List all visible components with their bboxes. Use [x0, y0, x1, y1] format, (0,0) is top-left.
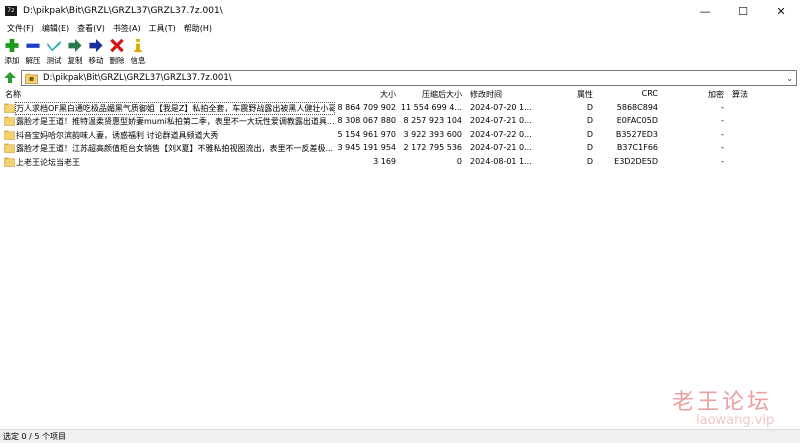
- menu-help[interactable]: 帮助(H): [180, 22, 216, 35]
- folder-icon: [4, 157, 15, 167]
- list-header: 名称 大小 压缩后大小 修改时间 属性 CRC 加密 算法: [0, 88, 800, 101]
- watermark-logo-text: 老王论坛: [672, 390, 773, 415]
- column-packed-size[interactable]: 压缩后大小: [398, 89, 462, 100]
- column-crc[interactable]: CRC: [620, 89, 658, 98]
- row-encrypted: -: [721, 103, 724, 112]
- row-name: 上老王论坛当老王: [16, 157, 80, 167]
- row-name: 露脸才是王道！推特温柔贤惠型娇妻mumi私拍第二季，表里不一大玩性爱调教露出道具…: [16, 117, 334, 127]
- close-button[interactable]: ✕: [762, 0, 800, 22]
- table-row[interactable]: 露脸才是王道！江苏超高颜值柜台女销售【刘X夏】不雅私拍视图流出，表里不一反差极.…: [0, 142, 800, 155]
- row-attributes: D: [586, 103, 593, 112]
- row-size: 3 169: [373, 156, 396, 166]
- column-size[interactable]: 大小: [330, 89, 396, 100]
- move-arrow-icon: [89, 38, 103, 53]
- row-encrypted: -: [721, 156, 724, 166]
- address-text: D:\pikpak\Bit\GRZL\GRZL37\GRZL37.7z.001\: [43, 73, 232, 83]
- window-title: D:\pikpak\Bit\GRZL\GRZL37\GRZL37.7z.001\: [23, 6, 223, 16]
- app-icon: 7z: [5, 6, 17, 16]
- row-packed-size: 8 257 923 104: [403, 116, 462, 126]
- watermark-url: laowang.vip: [696, 413, 775, 428]
- minus-icon: [26, 43, 40, 48]
- status-text: 选定 0 / 5 个项目: [3, 432, 67, 441]
- title-bar: 7z D:\pikpak\Bit\GRZL\GRZL37\GRZL37.7z.0…: [0, 0, 800, 22]
- row-crc: B3527ED3: [615, 129, 658, 139]
- row-size: 8 308 067 880: [337, 116, 396, 126]
- row-size: 8 864 709 902: [337, 103, 396, 112]
- column-attributes[interactable]: 属性: [560, 89, 593, 100]
- folder-icon: [4, 130, 15, 140]
- delete-x-icon: [110, 38, 124, 53]
- menu-bookmarks[interactable]: 书签(A): [109, 22, 145, 35]
- row-crc: E0FAC05D: [616, 116, 658, 126]
- row-encrypted: -: [721, 116, 724, 126]
- row-crc: E3D2DE5D: [614, 156, 658, 166]
- row-modified: 2024-08-01 1...: [470, 156, 532, 166]
- row-modified: 2024-07-21 0...: [470, 143, 532, 153]
- test-button[interactable]: 测试: [44, 36, 64, 66]
- plus-icon: [5, 38, 19, 53]
- extract-button[interactable]: 解压: [23, 36, 43, 66]
- archive-icon: [25, 73, 38, 84]
- column-method[interactable]: 算法: [732, 89, 748, 100]
- row-crc: B37C1F66: [616, 143, 658, 153]
- file-list: 名称 大小 压缩后大小 修改时间 属性 CRC 加密 算法 万人求档OF黑白通吃…: [0, 88, 800, 428]
- move-button[interactable]: 移动: [86, 36, 106, 66]
- maximize-button[interactable]: ☐: [724, 0, 762, 22]
- row-crc: 5868C894: [616, 103, 658, 112]
- status-bar: 选定 0 / 5 个项目: [0, 429, 800, 443]
- column-name[interactable]: 名称: [5, 89, 21, 100]
- toolbar: 添加 解压 测试 复制 移动 删除 信息: [0, 36, 800, 68]
- delete-button[interactable]: 删除: [107, 36, 127, 66]
- folder-icon: [4, 103, 15, 113]
- row-packed-size: 11 554 699 4...: [400, 103, 462, 112]
- up-folder-icon[interactable]: [3, 71, 17, 84]
- address-field[interactable]: D:\pikpak\Bit\GRZL\GRZL37\GRZL37.7z.001\…: [21, 70, 797, 86]
- row-modified: 2024-07-22 0...: [470, 129, 532, 139]
- checkmark-icon: [47, 40, 61, 52]
- row-name: 万人求档OF黑白通吃极品媚黑气质御姐【我是Z】私拍全套，车震野战露出被黑人健壮小…: [15, 102, 335, 115]
- menu-bar: 文件(F) 编辑(E) 查看(V) 书签(A) 工具(T) 帮助(H): [0, 22, 800, 35]
- info-button[interactable]: 信息: [128, 36, 148, 66]
- row-packed-size: 0: [456, 156, 462, 166]
- menu-file[interactable]: 文件(F): [3, 22, 38, 35]
- row-attributes: D: [586, 156, 593, 166]
- column-encrypted[interactable]: 加密: [690, 89, 724, 100]
- row-size: 5 154 961 970: [337, 129, 396, 139]
- table-row[interactable]: 上老王论坛当老王 3 169 0 2024-08-01 1... D E3D2DE5D -: [0, 156, 800, 169]
- minimize-button[interactable]: —: [686, 0, 724, 22]
- row-attributes: D: [586, 143, 593, 153]
- row-encrypted: -: [721, 129, 724, 139]
- menu-edit[interactable]: 编辑(E): [38, 22, 73, 35]
- row-name: 露脸才是王道！江苏超高颜值柜台女销售【刘X夏】不雅私拍视图流出，表里不一反差极.…: [16, 144, 334, 154]
- row-modified: 2024-07-20 1...: [470, 103, 532, 112]
- folder-icon: [4, 116, 15, 127]
- row-attributes: D: [586, 116, 593, 126]
- info-icon: [134, 38, 142, 53]
- row-encrypted: -: [721, 143, 724, 153]
- row-modified: 2024-07-21 0...: [470, 116, 532, 126]
- table-row[interactable]: 抖音宝妈哈尔滨韵味人妻，诱惑福利 讨论群道具频道大秀 5 154 961 970 3…: [0, 129, 800, 142]
- column-modified[interactable]: 修改时间: [470, 89, 502, 100]
- chevron-down-icon[interactable]: ⌄: [786, 74, 793, 83]
- row-size: 3 945 191 954: [337, 143, 396, 153]
- row-attributes: D: [586, 129, 593, 139]
- row-packed-size: 3 922 393 600: [403, 129, 462, 139]
- row-packed-size: 2 172 795 536: [403, 143, 462, 153]
- table-row[interactable]: 露脸才是王道！推特温柔贤惠型娇妻mumi私拍第二季，表里不一大玩性爱调教露出道具…: [0, 115, 800, 128]
- folder-icon: [4, 143, 15, 153]
- menu-view[interactable]: 查看(V): [73, 22, 109, 35]
- copy-arrow-icon: [68, 38, 82, 53]
- table-row[interactable]: 万人求档OF黑白通吃极品媚黑气质御姐【我是Z】私拍全套，车震野战露出被黑人健壮小…: [0, 102, 800, 115]
- copy-button[interactable]: 复制: [65, 36, 85, 66]
- menu-tools[interactable]: 工具(T): [145, 22, 180, 35]
- row-name: 抖音宝妈哈尔滨韵味人妻，诱惑福利 讨论群道具频道大秀: [16, 130, 219, 140]
- add-button[interactable]: 添加: [2, 36, 22, 66]
- address-row: D:\pikpak\Bit\GRZL\GRZL37\GRZL37.7z.001\…: [0, 69, 800, 86]
